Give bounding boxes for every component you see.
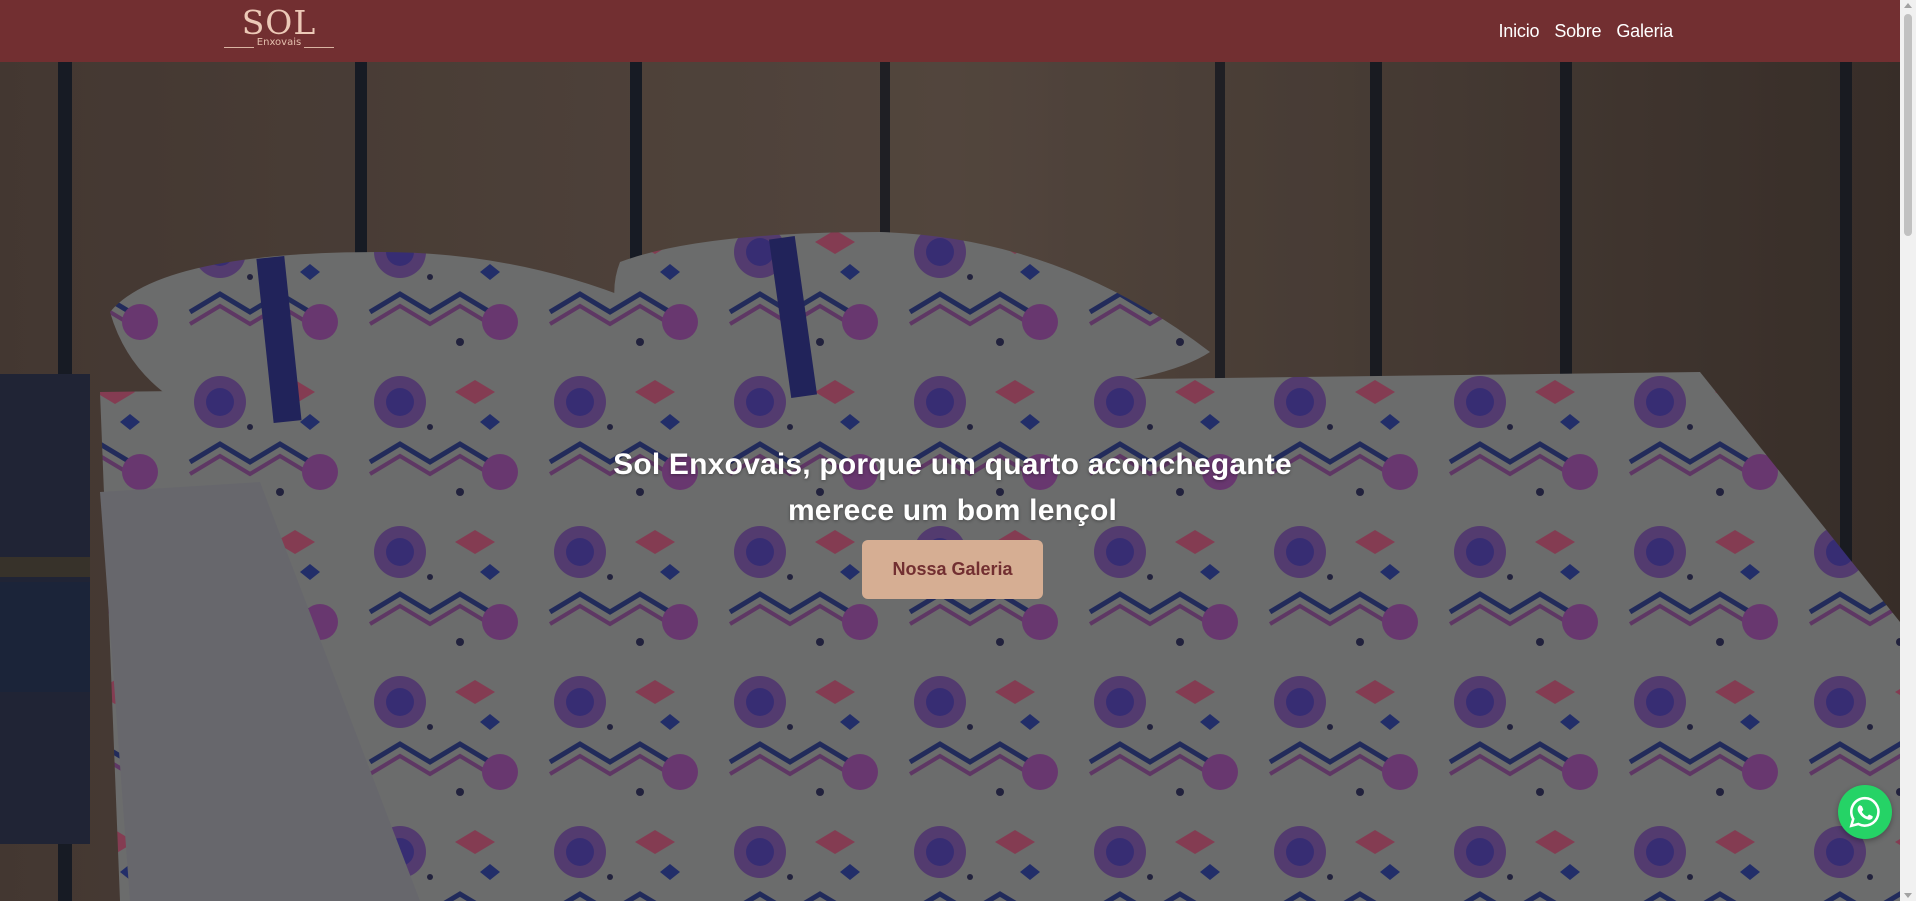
scroll-up-arrow-icon[interactable]	[1904, 3, 1912, 8]
scroll-down-arrow-icon[interactable]	[1904, 893, 1912, 898]
scrollbar-thumb[interactable]	[1904, 14, 1912, 236]
nav-link-sobre[interactable]: Sobre	[1554, 21, 1601, 42]
nav-link-inicio[interactable]: Inicio	[1498, 21, 1539, 42]
brand-name: SOL	[241, 3, 317, 42]
hero-title-line-2: merece um bom lençol	[787, 494, 1118, 527]
hero-section: Sol Enxovais, porque um quarto aconchega…	[0, 62, 1900, 901]
main-nav: Inicio Sobre Galeria	[1498, 0, 1673, 62]
nav-link-galeria[interactable]: Galeria	[1616, 21, 1673, 42]
logo-divider-left	[224, 47, 254, 48]
whatsapp-button[interactable]	[1838, 785, 1892, 839]
whatsapp-icon	[1849, 796, 1880, 828]
page-scrollbar[interactable]	[1900, 0, 1916, 901]
nossa-galeria-button[interactable]: Nossa Galeria	[862, 540, 1043, 599]
logo-divider-right	[304, 47, 334, 48]
navbar: SOL Enxovais Inicio Sobre Galeria	[0, 0, 1900, 62]
hero-title: Sol Enxovais, porque um quarto aconchega…	[0, 442, 1900, 534]
hero-title-line-1: Sol Enxovais, porque um quarto aconchega…	[613, 448, 1292, 481]
brand-logo[interactable]: SOL Enxovais	[224, 6, 334, 54]
